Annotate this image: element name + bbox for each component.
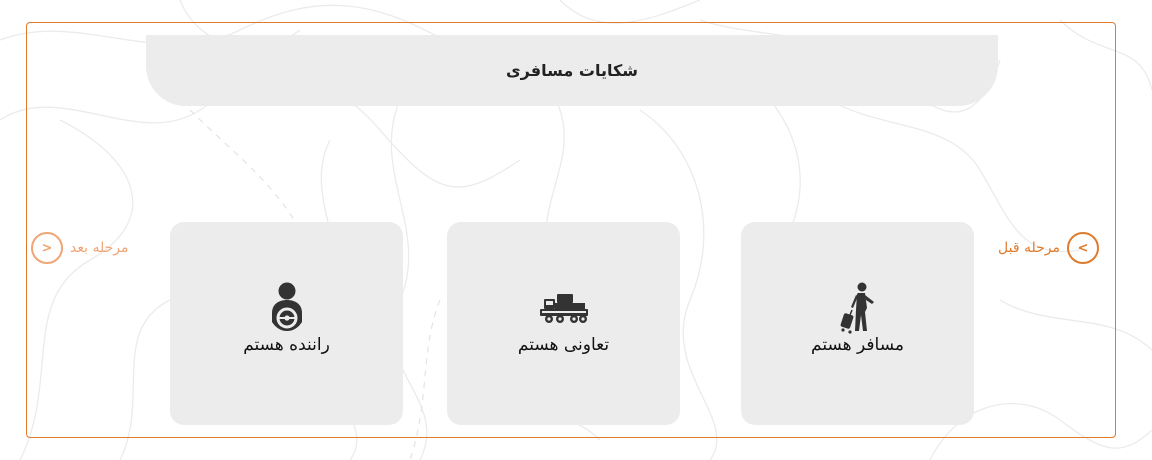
previous-step-button[interactable]: مرحله قبل < [998, 230, 1099, 266]
cooperative-option-card[interactable]: تعاونی هستم [447, 222, 680, 425]
driver-icon [170, 282, 403, 334]
truck-icon [447, 282, 680, 334]
previous-step-label: مرحله قبل [998, 240, 1060, 256]
traveler-icon [741, 282, 974, 334]
driver-option-card[interactable]: راننده هستم [170, 222, 403, 425]
chevron-left-icon: < [1067, 232, 1099, 264]
passenger-option-card[interactable]: مسافر هستم [741, 222, 974, 425]
page-title: شکایات مسافری [506, 61, 638, 80]
chevron-right-icon: > [31, 232, 63, 264]
passenger-option-label: مسافر هستم [811, 335, 904, 355]
driver-option-label: راننده هستم [243, 335, 330, 355]
cooperative-option-label: تعاونی هستم [517, 335, 610, 355]
next-step-button[interactable]: > مرحله بعد [31, 230, 128, 266]
header-banner: شکایات مسافری [146, 35, 998, 106]
next-step-label: مرحله بعد [70, 240, 129, 256]
